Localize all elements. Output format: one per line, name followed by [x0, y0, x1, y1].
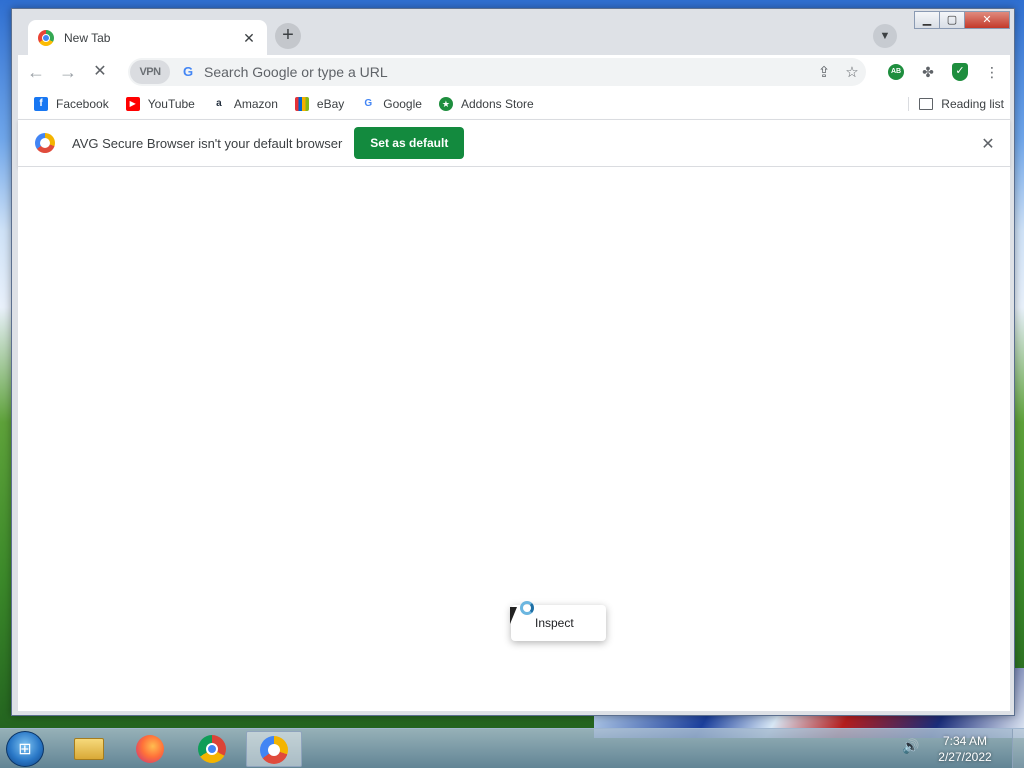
bookmark-amazon[interactable]: a Amazon — [211, 97, 278, 111]
security-extension[interactable]: ✓ — [948, 60, 972, 84]
show-desktop-button[interactable] — [1012, 729, 1024, 768]
bookmark-google[interactable]: G Google — [361, 97, 422, 111]
start-button[interactable]: ⊞ — [6, 731, 44, 767]
extensions-area: AB ✤ ✓ ⋮ — [884, 60, 1012, 84]
bookmark-star-icon[interactable]: ☆ — [838, 63, 866, 81]
infobar-close-icon[interactable]: ✕ — [979, 134, 997, 154]
window-controls: ▁ ▢ ✕ — [914, 11, 1010, 29]
ebay-icon — [294, 97, 309, 111]
taskbar: ⊞ 🔊 7:34 AM 2/27/2022 — [0, 728, 1024, 768]
mouse-cursor-icon — [510, 607, 517, 624]
bookmark-addons-store[interactable]: ★ Addons Store — [438, 97, 534, 111]
bookmark-facebook[interactable]: f Facebook — [34, 97, 109, 111]
infobar-message: AVG Secure Browser isn't your default br… — [72, 135, 343, 151]
chrome-favicon-icon — [38, 29, 54, 46]
window-close-button[interactable]: ✕ — [964, 11, 1010, 29]
share-icon[interactable]: ⇪ — [810, 63, 838, 81]
back-arrow-icon[interactable]: ← — [22, 58, 50, 86]
taskbar-chrome[interactable] — [184, 731, 240, 767]
google-icon: G — [361, 97, 376, 111]
clock-time: 7:34 AM — [942, 734, 988, 748]
taskbar-avg-browser[interactable] — [246, 731, 302, 767]
bookmark-label: Addons Store — [460, 97, 534, 111]
adblock-icon: AB — [888, 64, 904, 80]
avg-browser-icon — [260, 736, 288, 764]
bookmark-label: YouTube — [147, 97, 195, 111]
bookmark-label: Amazon — [233, 97, 278, 111]
browser-window: New Tab ✕ + ▼ ▁ ▢ ✕ ← → ✕ VPN G ⇪ ☆ AB ✤… — [11, 8, 1015, 716]
clock-date: 2/27/2022 — [938, 750, 992, 764]
tab-search-chevron-down-icon[interactable]: ▼ — [873, 24, 897, 48]
youtube-icon: ▶ — [125, 97, 140, 111]
folder-icon — [74, 738, 104, 760]
vpn-button[interactable]: VPN — [130, 60, 170, 84]
amazon-icon: a — [211, 97, 226, 111]
stop-loading-icon[interactable]: ✕ — [86, 58, 114, 86]
default-browser-infobar: AVG Secure Browser isn't your default br… — [18, 119, 1010, 167]
addons-store-icon: ★ — [438, 97, 453, 111]
set-as-default-button[interactable]: Set as default — [354, 127, 465, 159]
context-menu-inspect[interactable]: Inspect — [535, 616, 574, 630]
tab-strip: New Tab ✕ + ▼ ▁ ▢ ✕ — [12, 9, 1014, 55]
tab-new-tab[interactable]: New Tab ✕ — [28, 20, 267, 55]
bookmark-label: Facebook — [56, 97, 109, 111]
bookmark-youtube[interactable]: ▶ YouTube — [125, 97, 195, 111]
reading-list-button[interactable]: Reading list — [908, 97, 1004, 111]
system-clock[interactable]: 7:34 AM 2/27/2022 — [930, 733, 1000, 765]
taskbar-firefox[interactable] — [122, 731, 178, 767]
avg-browser-icon — [35, 133, 55, 153]
minimize-button[interactable]: ▁ — [914, 11, 940, 29]
maximize-button[interactable]: ▢ — [939, 11, 965, 29]
tab-title: New Tab — [64, 30, 111, 45]
new-tab-button[interactable]: + — [275, 23, 301, 49]
bookmark-ebay[interactable]: eBay — [294, 97, 345, 111]
adblock-extension[interactable]: AB — [884, 60, 908, 84]
google-g-icon: G — [182, 64, 194, 79]
page-content[interactable]: Inspect — [18, 167, 1010, 711]
busy-cursor-icon — [520, 601, 534, 615]
chrome-icon — [198, 735, 226, 763]
tab-close-icon[interactable]: ✕ — [241, 30, 257, 46]
reading-list-icon — [919, 98, 934, 110]
bookmark-label: eBay — [316, 97, 345, 111]
extensions-puzzle-icon[interactable]: ✤ — [916, 60, 940, 84]
forward-arrow-icon[interactable]: → — [54, 58, 82, 86]
firefox-icon — [136, 735, 164, 763]
address-input[interactable] — [204, 64, 810, 80]
facebook-icon: f — [34, 97, 48, 111]
menu-kebab-icon[interactable]: ⋮ — [980, 60, 1004, 84]
navigation-toolbar: ← → ✕ VPN G ⇪ ☆ AB ✤ ✓ ⋮ — [18, 55, 1010, 89]
reading-list-label: Reading list — [941, 97, 1004, 111]
omnibox[interactable]: VPN G ⇪ ☆ — [128, 58, 866, 86]
shield-check-icon: ✓ — [952, 63, 968, 81]
bookmark-label: Google — [383, 97, 422, 111]
bookmarks-bar: f Facebook ▶ YouTube a Amazon eBay G Goo… — [18, 89, 1010, 119]
volume-icon[interactable]: 🔊 — [902, 738, 919, 755]
taskbar-file-explorer[interactable] — [61, 731, 117, 767]
